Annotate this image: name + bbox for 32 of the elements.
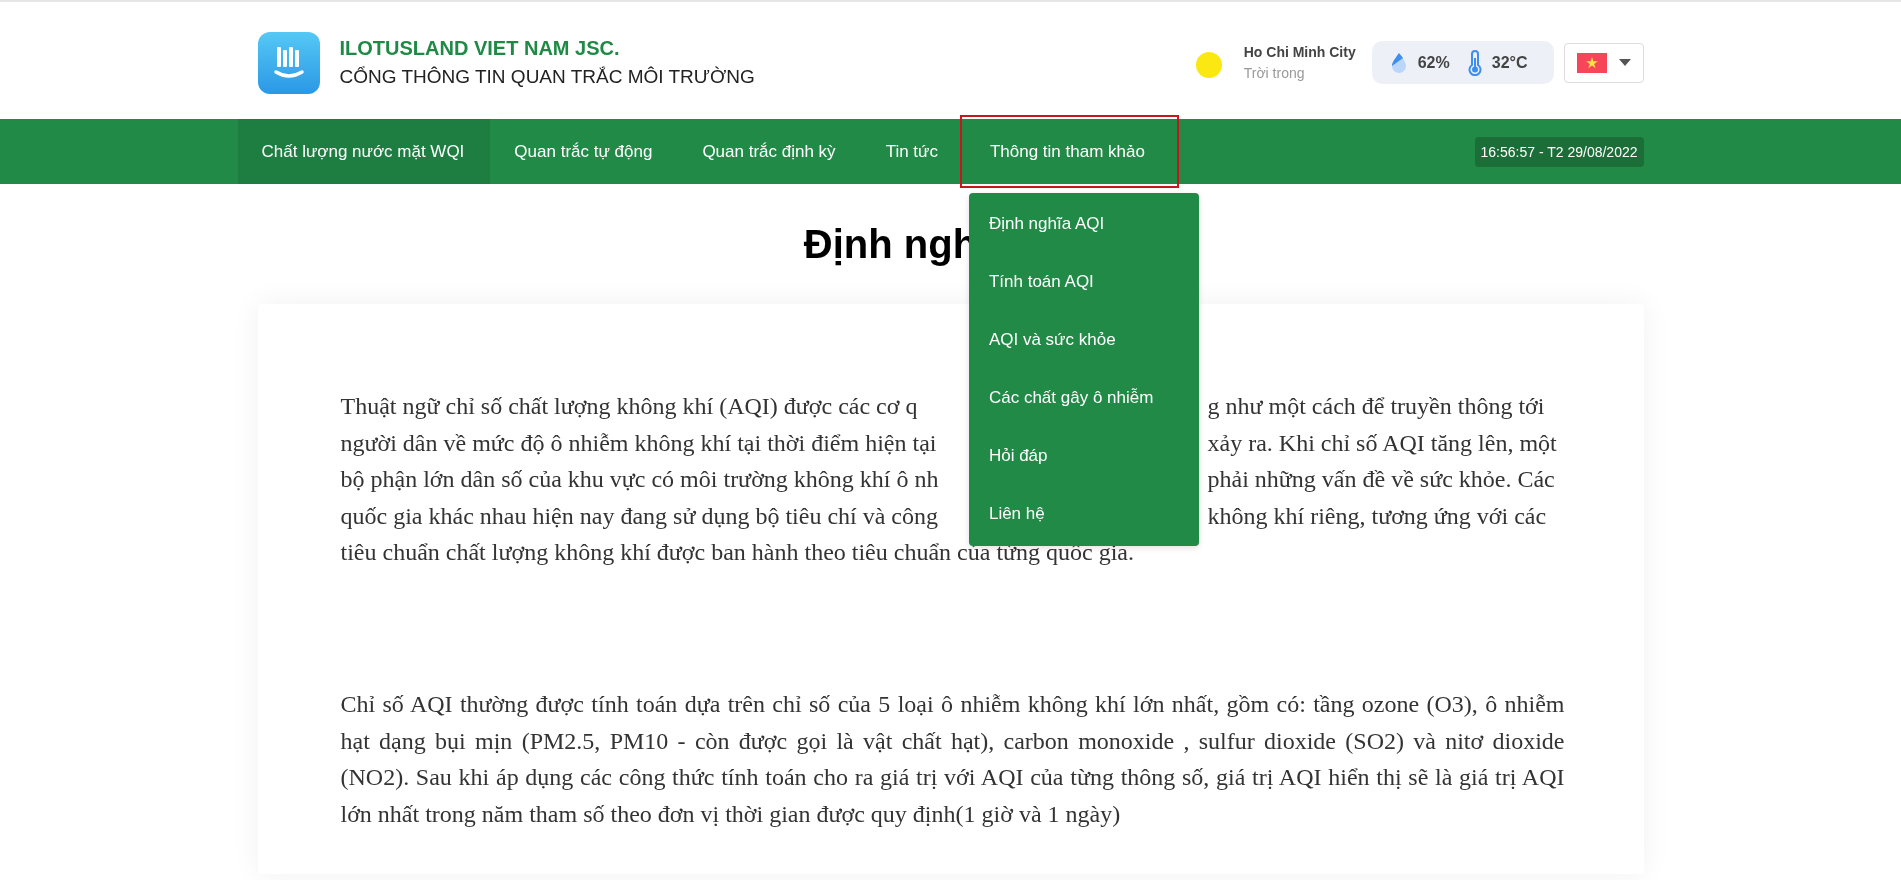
paragraph-text: bộ phận lớn dân số của khu vực có môi trường không khí ô nh — [340, 465, 939, 495]
menu-item[interactable]: Các chất gây ô nhiễm — [968, 372, 1199, 430]
city-name: Ho Chi Minh City — [1243, 44, 1356, 60]
paragraph-text: Thuật ngữ chỉ số chất lượng không khí (AQI) được các cơ q — [340, 392, 918, 421]
weather-condition: Trời trong — [1243, 65, 1306, 81]
logo-icon — [257, 31, 320, 94]
paragraph-text: không khí riêng, tương ứng với các — [1207, 501, 1548, 531]
nav-item[interactable]: Quan trắc định kỳ — [678, 119, 862, 184]
caret-icon — [1618, 59, 1631, 66]
sun-icon — [1195, 51, 1222, 78]
nav-item[interactable]: Tin tức — [861, 119, 964, 184]
company-name: ILOTUSLAND VIET NAM JSC. — [339, 37, 621, 60]
menu-item[interactable]: Hỏi đáp — [968, 430, 1199, 488]
paragraph-text: Chỉ số AQI thường được tính toán dựa trên chỉ số của 5 loại ô nhiễm không khí lớn nhất, gồm có: tầng ozone (O3), ô nhiễm hạt dạng bụi mịn (PM2.5, PM10 - còn được gọi là vật chất hạt), carbon monoxide , sulfur dioxide (SO2) và nitơ dioxide (NO2). Sau khi áp dụng các công thức tính toán cho ra giá trị với AQI của từng thông số, giá trị AQI hiển thị sẽ là giá trị AQI lớn nhất trong năm tham số theo đơn vị thời gian được quy định(1 giờ và 1 ngày) — [340, 689, 1565, 829]
thermometer-icon — [1467, 49, 1482, 76]
menu-item[interactable]: Định nghĩa AQI — [968, 198, 1199, 256]
clock-badge: 16:56:57 - T2 29/08/2022 — [1474, 136, 1644, 167]
paragraph-text: xảy ra. Khi chỉ số AQI tăng lên, một — [1207, 428, 1558, 458]
menu-item[interactable]: AQI và sức khỏe — [968, 314, 1199, 372]
paragraph-text: g như một cách để truyền thông tới — [1207, 392, 1546, 421]
temperature-value: 32°C — [1491, 53, 1528, 72]
humidity-value: 62% — [1417, 53, 1450, 72]
language-dropdown[interactable] — [1563, 42, 1644, 83]
paragraph-text: người dân về mức độ ô nhiễm không khí tại thời điểm hiện tại — [340, 428, 937, 458]
drop-icon — [1389, 51, 1408, 74]
nav-item[interactable]: Chất lượng nước mặt WQI — [237, 119, 491, 184]
paragraph-text: quốc gia khác nhau hiện nay đang sử dụng bộ tiêu chí và công — [340, 501, 938, 531]
nav-item[interactable]: Quan trắc tự động — [490, 119, 679, 184]
menu-item[interactable]: Tính toán AQI — [968, 256, 1199, 314]
paragraph-text: phải những vấn đề về sức khỏe. Các — [1207, 465, 1556, 495]
portal-title: CỔNG THÔNG TIN QUAN TRẮC MÔI TRƯỜNG — [339, 66, 755, 88]
flag-icon — [1576, 52, 1607, 73]
